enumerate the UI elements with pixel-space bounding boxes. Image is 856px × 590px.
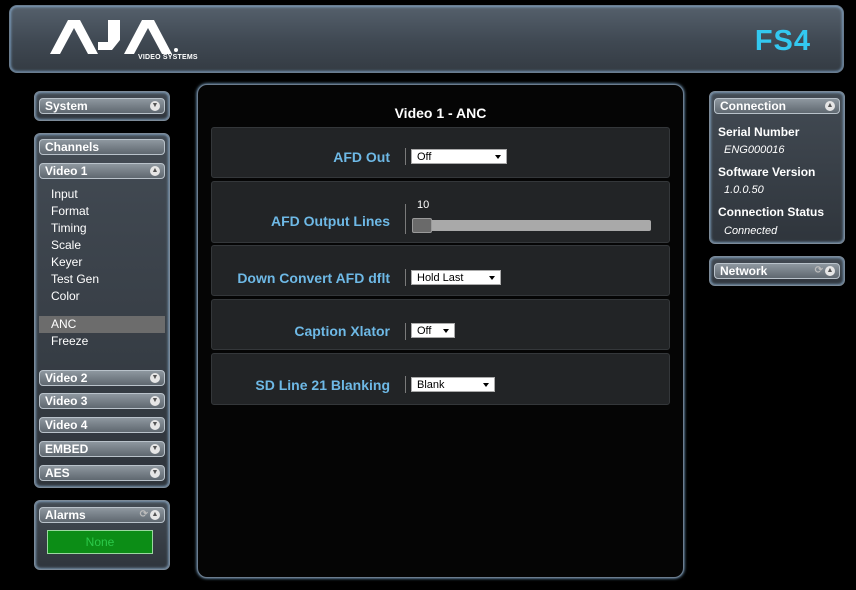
logo-subtitle: VIDEO SYSTEMS [138, 54, 198, 61]
network-title: Network [720, 264, 768, 278]
channels-label: Channels [45, 140, 100, 154]
video4-header[interactable]: Video 4 ▼ [39, 417, 165, 433]
main-panel: Video 1 - ANC AFD Out Off AFD Output Lin… [197, 84, 684, 578]
nav-item-test-gen[interactable]: Test Gen [39, 271, 165, 288]
down-convert-afd-row: Down Convert AFD dflt Hold Last [211, 245, 670, 296]
network-panel: Network ⟳ ▲ [709, 256, 845, 286]
video1-header[interactable]: Video 1 ▲ [39, 163, 165, 179]
sd-line21-blanking-select[interactable]: Blank [411, 377, 495, 392]
connection-status-label: Connection Status [718, 205, 825, 219]
afd-lines-slider-value: 10 [417, 199, 430, 211]
embed-header[interactable]: EMBED ▼ [39, 441, 165, 457]
connection-header[interactable]: Connection ▲ [714, 98, 840, 114]
refresh-icon[interactable]: ⟳ [140, 508, 148, 522]
alarms-label: Alarms [45, 508, 86, 522]
chevron-up-icon[interactable]: ▲ [150, 166, 160, 176]
row-divider [405, 148, 406, 165]
chevron-up-icon[interactable]: ▲ [825, 266, 835, 276]
down-convert-afd-label: Down Convert AFD dflt [237, 270, 390, 286]
chevron-down-icon[interactable]: ▼ [150, 101, 160, 111]
serial-number-label: Serial Number [718, 125, 800, 139]
afd-out-row: AFD Out Off [211, 127, 670, 178]
chevron-up-icon[interactable]: ▲ [150, 510, 160, 520]
afd-lines-slider-track[interactable] [425, 220, 651, 231]
video2-header[interactable]: Video 2 ▼ [39, 370, 165, 386]
video3-header[interactable]: Video 3 ▼ [39, 393, 165, 409]
row-divider [405, 376, 406, 393]
dropdown-arrow-icon [483, 383, 489, 387]
alarms-panel: Alarms ⟳ ▲ None [34, 500, 170, 570]
chevron-down-icon[interactable]: ▼ [150, 444, 160, 454]
afd-output-lines-label: AFD Output Lines [271, 213, 390, 229]
down-convert-afd-select[interactable]: Hold Last [411, 270, 501, 285]
row-divider [405, 204, 406, 234]
afd-out-label: AFD Out [333, 149, 390, 165]
row-divider [405, 323, 406, 340]
software-version-value: 1.0.0.50 [724, 184, 764, 196]
device-model: FS4 [754, 25, 811, 57]
chevron-down-icon[interactable]: ▼ [150, 373, 160, 383]
connection-status-value: Connected [724, 225, 778, 237]
caption-xlator-row: Caption Xlator Off [211, 299, 670, 350]
nav-item-anc[interactable]: ANC [39, 316, 165, 333]
connection-title: Connection [720, 99, 786, 113]
caption-xlator-value: Off [417, 325, 432, 337]
sd-line21-blanking-value: Blank [417, 379, 445, 391]
nav-item-freeze[interactable]: Freeze [39, 333, 165, 350]
aes-header[interactable]: AES ▼ [39, 465, 165, 481]
nav-item-timing[interactable]: Timing [39, 220, 165, 237]
dropdown-arrow-icon [489, 276, 495, 280]
channels-header: Channels [39, 139, 165, 155]
nav-item-keyer[interactable]: Keyer [39, 254, 165, 271]
software-version-label: Software Version [718, 165, 816, 179]
row-divider [405, 269, 406, 286]
video1-label: Video 1 [45, 164, 88, 178]
afd-output-lines-row: AFD Output Lines 10 [211, 181, 670, 243]
nav-item-color[interactable]: Color [39, 288, 165, 305]
header-bar: VIDEO SYSTEMS FS4 [9, 5, 844, 73]
video2-label: Video 2 [45, 371, 88, 385]
alarm-status-button[interactable]: None [47, 530, 153, 554]
afd-out-value: Off [417, 151, 432, 163]
sd-line21-blanking-row: SD Line 21 Blanking Blank [211, 353, 670, 405]
afd-out-select[interactable]: Off [411, 149, 507, 164]
page-title: Video 1 - ANC [394, 105, 487, 121]
video3-label: Video 3 [45, 394, 88, 408]
system-panel: System ▼ [34, 91, 170, 121]
nav-item-input[interactable]: Input [39, 186, 165, 203]
network-header[interactable]: Network ⟳ ▲ [714, 263, 840, 279]
embed-label: EMBED [45, 442, 89, 456]
refresh-icon[interactable]: ⟳ [815, 264, 823, 278]
caption-xlator-label: Caption Xlator [294, 323, 390, 339]
afd-lines-slider-thumb[interactable] [412, 218, 432, 233]
down-convert-afd-value: Hold Last [417, 272, 464, 284]
video4-label: Video 4 [45, 418, 88, 432]
serial-number-value: ENG000016 [724, 144, 785, 156]
dropdown-arrow-icon [443, 329, 449, 333]
channels-panel: Channels Video 1 ▲ Input Format Timing S… [34, 133, 170, 488]
dropdown-arrow-icon [495, 155, 501, 159]
nav-item-scale[interactable]: Scale [39, 237, 165, 254]
system-label: System [45, 99, 88, 113]
system-header[interactable]: System ▼ [39, 98, 165, 114]
caption-xlator-select[interactable]: Off [411, 323, 455, 338]
aes-label: AES [45, 466, 70, 480]
chevron-down-icon[interactable]: ▼ [150, 396, 160, 406]
alarms-header[interactable]: Alarms ⟳ ▲ [39, 507, 165, 523]
chevron-down-icon[interactable]: ▼ [150, 420, 160, 430]
connection-panel: Connection ▲ Serial Number ENG000016 Sof… [709, 91, 845, 244]
chevron-up-icon[interactable]: ▲ [825, 101, 835, 111]
chevron-down-icon[interactable]: ▼ [150, 468, 160, 478]
sd-line21-blanking-label: SD Line 21 Blanking [255, 377, 390, 393]
nav-item-format[interactable]: Format [39, 203, 165, 220]
